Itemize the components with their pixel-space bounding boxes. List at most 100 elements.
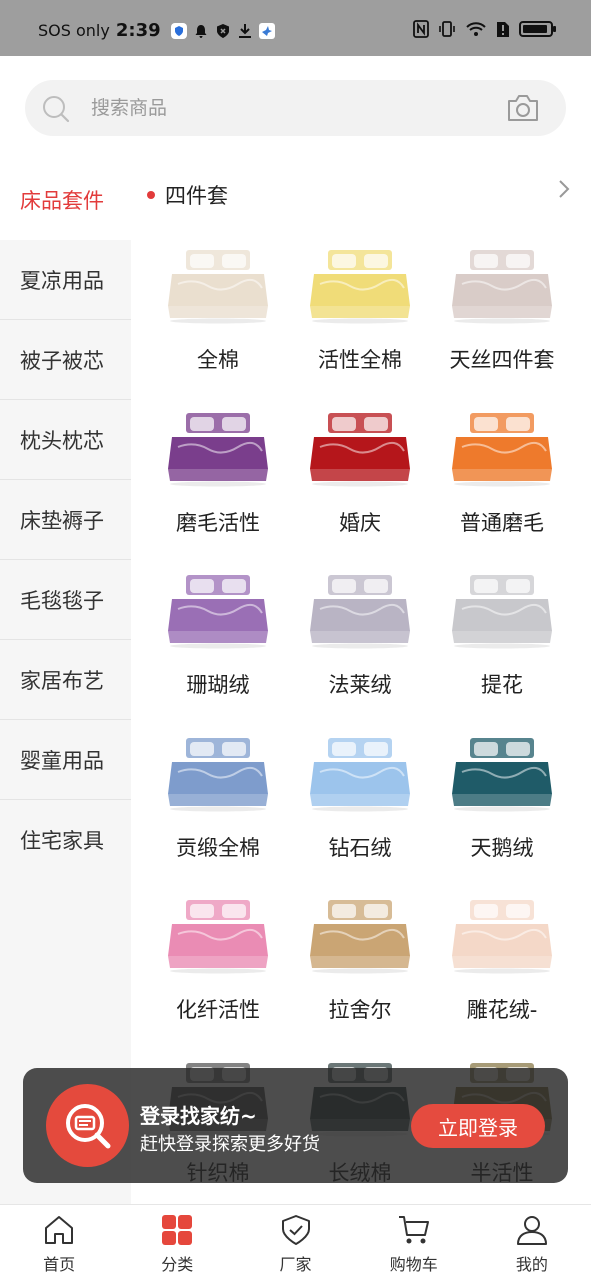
sidebar-item-baby[interactable]: 婴童用品 [0, 720, 131, 800]
nav-label: 我的 [515, 1255, 548, 1274]
product-category-item[interactable]: 法莱绒 [289, 569, 431, 732]
logo-icon [65, 1103, 110, 1148]
product-category-item[interactable]: 磨毛活性 [147, 407, 289, 570]
product-category-label: 法莱绒 [328, 673, 392, 697]
status-right [413, 20, 556, 38]
product-category-label: 提花 [481, 673, 523, 697]
product-category-label: 雕花绒- [466, 998, 538, 1022]
nav-label: 首页 [43, 1255, 76, 1274]
sidebar-item-label: 夏凉用品 [20, 268, 104, 293]
product-category-item[interactable]: 贡缎全棉 [147, 732, 289, 895]
product-category-label: 磨毛活性 [176, 510, 260, 535]
nav-label: 分类 [161, 1255, 194, 1274]
login-button[interactable]: 立即登录 [411, 1104, 545, 1148]
sidebar-item-label: 被子被芯 [20, 348, 104, 373]
section-header: 四件套 [147, 180, 228, 210]
product-category-label: 天鹅绒 [470, 835, 534, 860]
product-category-item[interactable]: 化纤活性 [147, 894, 289, 1057]
user-icon [516, 1216, 547, 1245]
battery-icon [519, 21, 556, 37]
product-category-item[interactable]: 全棉 [147, 244, 289, 407]
product-category-label: 钻石绒 [328, 835, 392, 860]
product-category-item[interactable]: 天鹅绒 [431, 732, 573, 895]
bedding-thumbnail [168, 250, 268, 324]
status-bar: SOS only 2:39 [0, 0, 591, 56]
category-icon [162, 1215, 193, 1245]
sidebar-item-quilts[interactable]: 被子被芯 [0, 320, 131, 400]
nav-cart[interactable]: 购物车 [355, 1205, 473, 1280]
sidebar-item-home-fabric[interactable]: 家居布艺 [0, 640, 131, 720]
bird-app-icon [258, 22, 275, 39]
nav-category[interactable]: 分类 [118, 1205, 236, 1280]
sidebar-item-label: 住宅家具 [20, 829, 104, 853]
product-category-item[interactable]: 拉舍尔 [289, 894, 431, 1057]
nav-mine[interactable]: 我的 [473, 1205, 591, 1280]
cart-icon [398, 1216, 429, 1244]
bedding-thumbnail [452, 412, 552, 486]
bottom-nav: 首页 分类 厂家 购物车 我的 [0, 1204, 591, 1280]
product-category-item[interactable]: 雕花绒- [431, 894, 573, 1057]
product-category-label: 婚庆 [339, 510, 381, 535]
sidebar-item-blankets[interactable]: 毛毯毯子 [0, 560, 131, 640]
product-category-label: 贡缎全棉 [176, 835, 260, 860]
sidebar-item-label: 毛毯毯子 [20, 588, 104, 613]
section-dot [147, 191, 155, 199]
product-category-item[interactable]: 天丝四件套 [431, 244, 573, 407]
product-grid: 全棉 活性全棉 天丝四件套磨毛活性 婚庆 普通磨毛珊瑚绒 法莱绒 提花贡缎全棉 钻石绒 天鹅绒化… [147, 244, 573, 1204]
sidebar-item-furniture[interactable]: 住宅家具 [0, 800, 131, 880]
product-category-label: 珊瑚绒 [186, 673, 250, 697]
sidebar-item-label: 枕头枕芯 [20, 428, 104, 453]
sidebar-item-summer[interactable]: 夏凉用品 [0, 240, 131, 320]
bedding-thumbnail [310, 250, 410, 324]
product-category-item[interactable]: 婚庆 [289, 407, 431, 570]
status-left: SOS only 2:39 [38, 20, 275, 41]
carrier-text: SOS only [38, 21, 110, 40]
bell-icon [195, 24, 207, 38]
nfc-icon [413, 20, 429, 38]
bedding-thumbnail [168, 900, 268, 974]
bedding-thumbnail [452, 900, 552, 974]
banner-title: 登录找家纺~ [140, 1104, 257, 1128]
product-category-item[interactable]: 普通磨毛 [431, 407, 573, 570]
app-logo [46, 1084, 129, 1167]
camera-icon[interactable] [506, 94, 540, 122]
product-category-item[interactable]: 提花 [431, 569, 573, 732]
bedding-thumbnail [310, 575, 410, 649]
shield-check-icon [281, 1215, 310, 1245]
sidebar-item-pillows[interactable]: 枕头枕芯 [0, 400, 131, 480]
category-sidebar: 床品套件 夏凉用品 被子被芯 枕头枕芯 床垫褥子 毛毯毯子 家居布艺 婴童用品 … [0, 160, 131, 1204]
sidebar-item-mattress[interactable]: 床垫褥子 [0, 480, 131, 560]
sidebar-item-bedding-sets[interactable]: 床品套件 [0, 160, 131, 240]
nav-label: 厂家 [279, 1255, 312, 1274]
sidebar-item-label: 婴童用品 [20, 748, 104, 773]
search-input[interactable] [91, 80, 471, 136]
product-category-item[interactable]: 钻石绒 [289, 732, 431, 895]
download-icon [238, 23, 251, 38]
nav-label: 购物车 [389, 1255, 438, 1274]
search-bar[interactable] [25, 80, 566, 136]
nav-factory[interactable]: 厂家 [236, 1205, 354, 1280]
product-category-label: 化纤活性 [176, 998, 260, 1022]
sim-alert-icon [497, 22, 509, 37]
bedding-thumbnail [310, 900, 410, 974]
product-category-item[interactable]: 活性全棉 [289, 244, 431, 407]
nav-home[interactable]: 首页 [0, 1205, 118, 1280]
category-content: 四件套 全棉 活性全棉 天丝四件套磨毛活性 婚庆 普通磨毛珊瑚绒 法莱绒 提花贡缎全棉 钻石绒… [131, 160, 591, 1204]
product-category-item[interactable]: 珊瑚绒 [147, 569, 289, 732]
clock-time: 2:39 [115, 20, 161, 41]
bedding-thumbnail [310, 412, 410, 486]
bedding-thumbnail [452, 575, 552, 649]
chevron-right-icon[interactable] [557, 178, 571, 200]
section-title: 四件套 [165, 184, 228, 208]
bedding-thumbnail [168, 575, 268, 649]
vibrate-icon [439, 21, 455, 37]
security-icon [216, 23, 229, 38]
banner-subtitle: 赶快登录探索更多好货 [140, 1134, 320, 1155]
product-category-label: 天丝四件套 [449, 348, 555, 372]
product-category-label: 全棉 [197, 348, 239, 372]
sidebar-item-label: 家居布艺 [20, 668, 104, 693]
bedding-thumbnail [452, 250, 552, 324]
product-category-label: 活性全棉 [318, 348, 402, 372]
bedding-thumbnail [168, 737, 268, 811]
login-banner: 登录找家纺~ 赶快登录探索更多好货 立即登录 [23, 1068, 568, 1183]
